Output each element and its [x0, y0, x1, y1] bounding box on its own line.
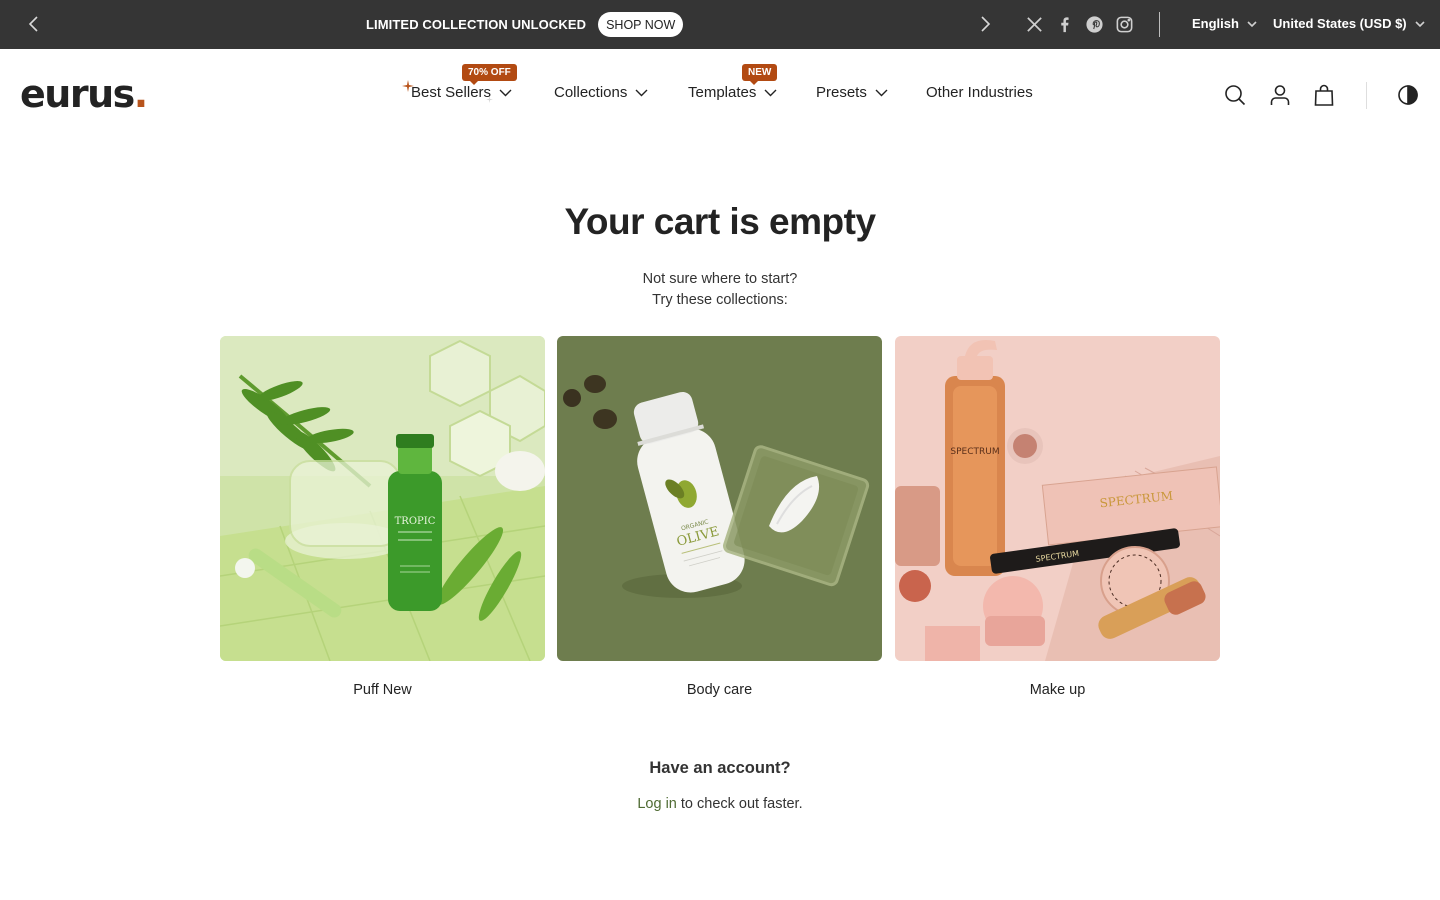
best-sellers-badge: 70% OFF — [462, 64, 517, 85]
chevron-down-icon — [875, 89, 888, 97]
chevron-right-icon — [981, 16, 991, 32]
language-selector[interactable]: English — [1192, 16, 1257, 31]
topbar-divider — [1159, 12, 1160, 37]
login-link[interactable]: Log in — [637, 796, 677, 812]
collection-card-make-up[interactable]: SPECTRUM SPECTRUM SPECTRUM Make up — [895, 336, 1220, 698]
svg-text:TROPIC: TROPIC — [395, 516, 436, 527]
cart-empty-title: Your cart is empty — [564, 201, 876, 242]
login-prompt: Log in to check out faster. — [0, 796, 1440, 812]
nav-presets-label: Presets — [816, 84, 867, 101]
x-icon[interactable] — [1024, 14, 1044, 34]
collection-image[interactable]: SPECTRUM SPECTRUM SPECTRUM — [895, 336, 1220, 661]
logo-dot: . — [133, 72, 148, 116]
chevron-down-icon — [635, 89, 648, 97]
announcement-bar: LIMITED COLLECTION UNLOCKED SHOP NOW Eng… — [0, 0, 1440, 49]
nav-best-sellers-label: Best Sellers — [411, 84, 492, 101]
currency-label: United States (USD $) — [1273, 16, 1407, 31]
collection-image[interactable]: TROPIC — [220, 336, 545, 661]
login-prompt-suffix: to check out faster. — [676, 796, 803, 812]
cart-empty-hint: Not sure where to start? — [642, 271, 798, 287]
language-label: English — [1192, 16, 1239, 31]
announcement: LIMITED COLLECTION UNLOCKED SHOP NOW — [366, 12, 684, 37]
shop-now-button[interactable]: SHOP NOW — [598, 12, 684, 37]
templates-badge: NEW — [742, 64, 778, 85]
theme-toggle-icon[interactable] — [1396, 83, 1420, 107]
collection-label[interactable]: Make up — [895, 682, 1220, 698]
next-announcement-button[interactable] — [975, 14, 995, 34]
header-divider — [1366, 82, 1367, 109]
chevron-down-icon — [1415, 20, 1425, 27]
collection-card-body-care[interactable]: ORGANIC OLIVE Body care — [557, 336, 882, 698]
collection-label[interactable]: Body care — [557, 682, 882, 698]
collection-label[interactable]: Puff New — [220, 682, 545, 698]
nav-best-sellers[interactable]: Best Sellers — [411, 84, 512, 101]
account-icon[interactable] — [1268, 83, 1292, 107]
nav-presets[interactable]: Presets — [816, 84, 888, 101]
facebook-icon[interactable] — [1054, 14, 1074, 34]
chevron-down-icon — [764, 89, 777, 97]
nav-other-industries-label: Other Industries — [926, 84, 1033, 101]
pinterest-icon[interactable] — [1084, 14, 1104, 34]
chevron-down-icon — [499, 89, 512, 97]
account-title: Have an account? — [649, 759, 791, 777]
logo-text: eurus — [20, 72, 135, 116]
cart-icon[interactable] — [1312, 83, 1336, 107]
nav-templates[interactable]: Templates — [688, 84, 777, 101]
svg-text:SPECTRUM: SPECTRUM — [950, 447, 999, 457]
chevron-down-icon — [1247, 20, 1257, 27]
cart-empty-hint-collections: Try these collections: — [652, 292, 788, 308]
chevron-left-icon — [28, 16, 38, 32]
previous-announcement-button[interactable] — [24, 14, 44, 34]
logo[interactable]: eurus. — [20, 72, 148, 116]
instagram-icon[interactable] — [1114, 14, 1134, 34]
nav-other-industries[interactable]: Other Industries — [926, 84, 1033, 101]
collection-card-puff-new[interactable]: TROPIC Puff New — [220, 336, 545, 698]
search-icon[interactable] — [1223, 83, 1247, 107]
collection-image[interactable]: ORGANIC OLIVE — [557, 336, 882, 661]
announcement-text: LIMITED COLLECTION UNLOCKED — [366, 17, 587, 32]
nav-templates-label: Templates — [688, 84, 757, 101]
currency-selector[interactable]: United States (USD $) — [1273, 16, 1425, 31]
nav-collections[interactable]: Collections — [554, 84, 648, 101]
nav-collections-label: Collections — [554, 84, 628, 101]
